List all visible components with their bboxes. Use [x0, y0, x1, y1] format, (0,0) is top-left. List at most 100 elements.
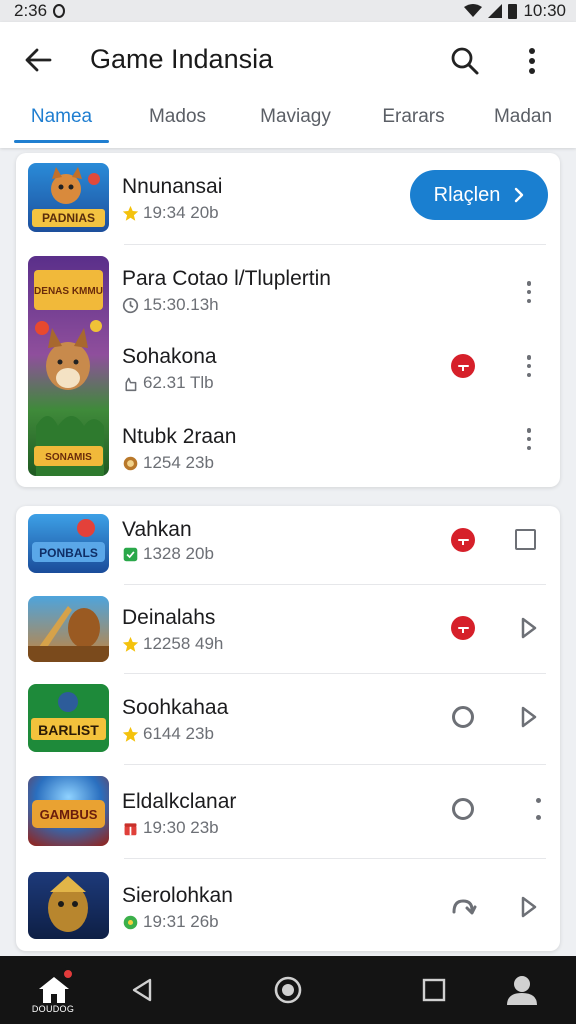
- triangle-back-icon: [132, 978, 152, 1002]
- gift-icon: [124, 822, 137, 835]
- game-meta: 19:30 23b: [122, 818, 219, 838]
- game-meta: 15:30.13h: [122, 295, 219, 315]
- tab-bar: Namea Mados Maviagy Erarars Madan: [0, 98, 576, 146]
- game-meta-text: 19:30 23b: [143, 818, 219, 837]
- arrow-left-icon: [25, 48, 52, 72]
- nav-recents-button[interactable]: [404, 956, 464, 1024]
- undo-icon[interactable]: [449, 896, 477, 918]
- item-more-button[interactable]: [531, 798, 545, 820]
- game-thumbnail[interactable]: PADNIAS: [28, 163, 109, 232]
- chevron-right-icon: [515, 187, 524, 203]
- featured-card: PADNIAS Nnunansai 19:34 20b Rlaçlen DENA…: [16, 153, 560, 487]
- divider: [124, 858, 546, 859]
- game-meta-text: 1328 20b: [143, 544, 214, 563]
- user-icon: [507, 976, 537, 1005]
- game-meta: 1328 20b: [122, 544, 214, 564]
- game-title: Deinalahs: [122, 606, 216, 629]
- select-checkbox[interactable]: [515, 529, 536, 550]
- game-meta-text: 6144 23b: [143, 724, 214, 743]
- games-list-card: PONBALS Vahkan 1328 20b Deinalahs 12258 …: [16, 506, 560, 951]
- nav-back-button[interactable]: [112, 956, 172, 1024]
- item-more-button[interactable]: [519, 278, 539, 306]
- thumbnail-text: PONBALS: [39, 546, 98, 560]
- circle-home-icon: [274, 976, 302, 1004]
- tab-namea[interactable]: Namea: [14, 102, 109, 142]
- battery-icon: [508, 3, 518, 19]
- game-title: Para Cotao l/Tluplertin: [122, 267, 331, 290]
- game-thumbnail[interactable]: BARLIST: [28, 684, 109, 752]
- game-title: Vahkan: [122, 518, 192, 541]
- action-button-label: Rlaçlen: [433, 183, 501, 206]
- hand-icon: [125, 377, 137, 391]
- divider: [124, 673, 546, 674]
- game-meta-text: 62.31 Tlb: [143, 373, 214, 392]
- game-title: Sohakona: [122, 345, 217, 368]
- nav-home-circle-button[interactable]: [258, 956, 318, 1024]
- divider: [124, 764, 546, 765]
- tab-erarars[interactable]: Erarars: [366, 102, 461, 142]
- signal-icon: [488, 4, 503, 18]
- game-thumbnail[interactable]: PONBALS: [28, 514, 109, 573]
- nav-profile-button[interactable]: [492, 956, 552, 1024]
- primary-action-button[interactable]: Rlaçlen: [410, 170, 548, 220]
- star-icon: [122, 726, 139, 742]
- more-options-button[interactable]: [516, 42, 548, 80]
- page-title: Game Indansia: [90, 44, 274, 74]
- kebab-menu-icon: [529, 48, 535, 74]
- status-ring-button[interactable]: [452, 798, 474, 820]
- game-meta-text: 15:30.13h: [143, 295, 219, 314]
- tab-maviagy[interactable]: Maviagy: [248, 102, 343, 142]
- game-title: Ntubk 2raan: [122, 425, 237, 448]
- game-title: Soohkahaa: [122, 696, 229, 719]
- bottom-navigation: DOUDOG: [0, 956, 576, 1024]
- clock-icon: [122, 297, 139, 313]
- remove-button[interactable]: [451, 528, 475, 552]
- remove-button[interactable]: [451, 354, 475, 378]
- active-tab-indicator: [14, 140, 109, 143]
- tab-mados[interactable]: Mados: [130, 102, 225, 142]
- wifi-icon: [464, 4, 483, 17]
- status-ring-button[interactable]: [452, 706, 474, 728]
- game-meta-text: 12258 49h: [143, 634, 224, 653]
- game-meta: 19:34 20b: [122, 203, 219, 223]
- status-clock: 10:30: [523, 1, 566, 20]
- game-thumbnail[interactable]: GAMBUS: [28, 776, 109, 846]
- star-icon: [122, 205, 139, 221]
- status-time: 2:36: [14, 1, 48, 20]
- search-button[interactable]: [446, 42, 484, 80]
- check-badge-icon: [123, 547, 138, 561]
- divider: [124, 584, 546, 585]
- game-title: Eldalkclanar: [122, 790, 237, 813]
- game-thumbnail[interactable]: [28, 872, 109, 939]
- thumbnail-text: DENAS KMMU: [34, 286, 103, 297]
- back-button[interactable]: [20, 42, 56, 78]
- app-bar: Game Indansia Namea Mados Maviagy Erarar…: [0, 22, 576, 148]
- notification-icon: [53, 4, 66, 18]
- remove-button[interactable]: [451, 616, 475, 640]
- thumbnail-text: PADNIAS: [42, 211, 95, 225]
- coin-icon: [123, 456, 138, 470]
- game-thumbnail-tall[interactable]: DENAS KMMU SONAMIS: [28, 256, 109, 476]
- tab-madan[interactable]: Madan: [478, 102, 568, 142]
- play-icon[interactable]: [519, 616, 539, 640]
- star-icon: [122, 636, 139, 652]
- game-title: Nnunansai: [122, 175, 223, 198]
- square-recents-icon: [422, 978, 446, 1002]
- game-thumbnail[interactable]: [28, 596, 109, 662]
- search-icon: [451, 47, 479, 75]
- item-more-button[interactable]: [519, 425, 539, 453]
- game-meta-text: 19:34 20b: [143, 203, 219, 222]
- thumbnail-text: GAMBUS: [40, 807, 98, 822]
- status-bar: 2:36 10:30: [0, 0, 576, 22]
- divider: [124, 244, 546, 245]
- notification-badge: [62, 968, 74, 980]
- thumbnail-text: BARLIST: [38, 722, 99, 738]
- game-meta: 1254 23b: [122, 453, 214, 473]
- play-icon[interactable]: [519, 705, 539, 729]
- item-more-button[interactable]: [519, 352, 539, 380]
- nav-home-label: DOUDOG: [31, 1004, 75, 1014]
- game-meta-text: 19:31 26b: [143, 912, 219, 931]
- thumbnail-text: SONAMIS: [45, 452, 92, 463]
- play-icon[interactable]: [519, 895, 539, 919]
- game-meta: 6144 23b: [122, 724, 214, 744]
